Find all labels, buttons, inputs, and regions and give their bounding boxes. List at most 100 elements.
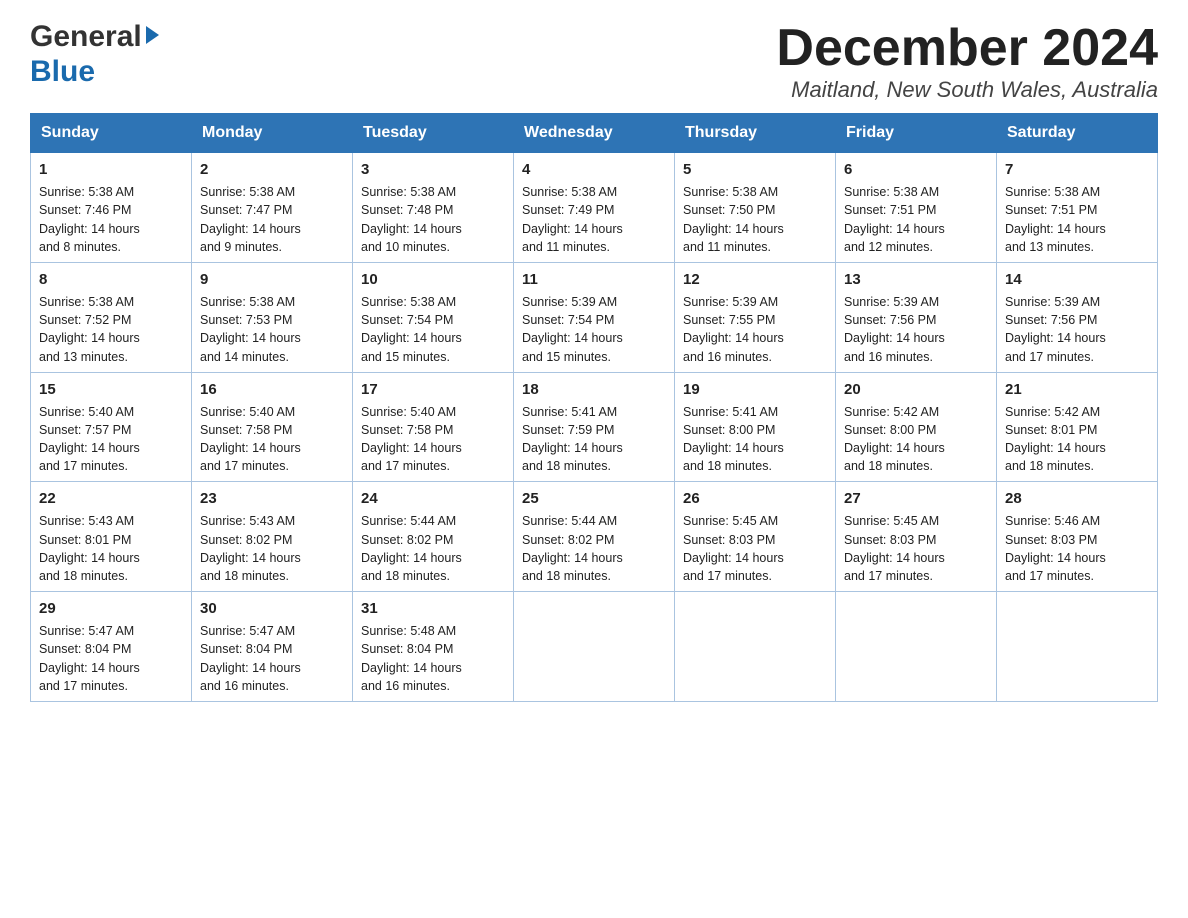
title-block: December 2024 Maitland, New South Wales,… [776, 20, 1158, 103]
calendar-cell: 11 Sunrise: 5:39 AMSunset: 7:54 PMDaylig… [514, 262, 675, 372]
day-number: 2 [200, 159, 344, 180]
day-info: Sunrise: 5:47 AMSunset: 8:04 PMDaylight:… [200, 624, 301, 693]
day-number: 29 [39, 598, 183, 619]
day-number: 7 [1005, 159, 1149, 180]
day-number: 31 [361, 598, 505, 619]
day-number: 5 [683, 159, 827, 180]
day-number: 10 [361, 269, 505, 290]
col-header-wednesday: Wednesday [514, 114, 675, 153]
col-header-monday: Monday [192, 114, 353, 153]
day-info: Sunrise: 5:39 AMSunset: 7:54 PMDaylight:… [522, 295, 623, 364]
day-info: Sunrise: 5:38 AMSunset: 7:47 PMDaylight:… [200, 185, 301, 254]
calendar-cell: 3 Sunrise: 5:38 AMSunset: 7:48 PMDayligh… [353, 153, 514, 263]
day-info: Sunrise: 5:41 AMSunset: 8:00 PMDaylight:… [683, 405, 784, 474]
day-number: 27 [844, 488, 988, 509]
day-info: Sunrise: 5:44 AMSunset: 8:02 PMDaylight:… [361, 514, 462, 583]
day-number: 11 [522, 269, 666, 290]
calendar-cell: 20 Sunrise: 5:42 AMSunset: 8:00 PMDaylig… [836, 372, 997, 482]
day-info: Sunrise: 5:38 AMSunset: 7:48 PMDaylight:… [361, 185, 462, 254]
calendar-cell: 29 Sunrise: 5:47 AMSunset: 8:04 PMDaylig… [31, 592, 192, 702]
calendar-cell [514, 592, 675, 702]
calendar-week-row: 29 Sunrise: 5:47 AMSunset: 8:04 PMDaylig… [31, 592, 1158, 702]
day-number: 28 [1005, 488, 1149, 509]
calendar-cell: 31 Sunrise: 5:48 AMSunset: 8:04 PMDaylig… [353, 592, 514, 702]
day-info: Sunrise: 5:48 AMSunset: 8:04 PMDaylight:… [361, 624, 462, 693]
day-info: Sunrise: 5:40 AMSunset: 7:57 PMDaylight:… [39, 405, 140, 474]
calendar-cell: 2 Sunrise: 5:38 AMSunset: 7:47 PMDayligh… [192, 153, 353, 263]
day-number: 6 [844, 159, 988, 180]
logo-triangle-icon [146, 26, 159, 44]
day-number: 8 [39, 269, 183, 290]
calendar-cell: 16 Sunrise: 5:40 AMSunset: 7:58 PMDaylig… [192, 372, 353, 482]
logo: General Blue [30, 20, 159, 89]
day-number: 21 [1005, 379, 1149, 400]
day-info: Sunrise: 5:42 AMSunset: 8:00 PMDaylight:… [844, 405, 945, 474]
col-header-tuesday: Tuesday [353, 114, 514, 153]
calendar-cell: 7 Sunrise: 5:38 AMSunset: 7:51 PMDayligh… [997, 153, 1158, 263]
day-number: 23 [200, 488, 344, 509]
calendar-week-row: 8 Sunrise: 5:38 AMSunset: 7:52 PMDayligh… [31, 262, 1158, 372]
calendar-cell: 14 Sunrise: 5:39 AMSunset: 7:56 PMDaylig… [997, 262, 1158, 372]
calendar-week-row: 15 Sunrise: 5:40 AMSunset: 7:57 PMDaylig… [31, 372, 1158, 482]
day-number: 14 [1005, 269, 1149, 290]
day-number: 3 [361, 159, 505, 180]
calendar-cell: 27 Sunrise: 5:45 AMSunset: 8:03 PMDaylig… [836, 482, 997, 592]
calendar-cell [836, 592, 997, 702]
day-number: 1 [39, 159, 183, 180]
calendar-cell: 10 Sunrise: 5:38 AMSunset: 7:54 PMDaylig… [353, 262, 514, 372]
day-number: 24 [361, 488, 505, 509]
calendar-header-row: SundayMondayTuesdayWednesdayThursdayFrid… [31, 114, 1158, 153]
day-info: Sunrise: 5:38 AMSunset: 7:51 PMDaylight:… [844, 185, 945, 254]
calendar-cell [997, 592, 1158, 702]
day-info: Sunrise: 5:42 AMSunset: 8:01 PMDaylight:… [1005, 405, 1106, 474]
day-number: 9 [200, 269, 344, 290]
day-number: 22 [39, 488, 183, 509]
day-info: Sunrise: 5:44 AMSunset: 8:02 PMDaylight:… [522, 514, 623, 583]
day-info: Sunrise: 5:38 AMSunset: 7:53 PMDaylight:… [200, 295, 301, 364]
calendar-cell: 25 Sunrise: 5:44 AMSunset: 8:02 PMDaylig… [514, 482, 675, 592]
calendar-cell: 18 Sunrise: 5:41 AMSunset: 7:59 PMDaylig… [514, 372, 675, 482]
calendar-cell: 30 Sunrise: 5:47 AMSunset: 8:04 PMDaylig… [192, 592, 353, 702]
calendar-table: SundayMondayTuesdayWednesdayThursdayFrid… [30, 113, 1158, 702]
col-header-friday: Friday [836, 114, 997, 153]
day-info: Sunrise: 5:46 AMSunset: 8:03 PMDaylight:… [1005, 514, 1106, 583]
day-number: 17 [361, 379, 505, 400]
calendar-cell [675, 592, 836, 702]
col-header-sunday: Sunday [31, 114, 192, 153]
month-title: December 2024 [776, 20, 1158, 77]
day-info: Sunrise: 5:39 AMSunset: 7:56 PMDaylight:… [844, 295, 945, 364]
day-info: Sunrise: 5:39 AMSunset: 7:56 PMDaylight:… [1005, 295, 1106, 364]
day-number: 4 [522, 159, 666, 180]
day-info: Sunrise: 5:43 AMSunset: 8:01 PMDaylight:… [39, 514, 140, 583]
logo-general-text: General [30, 20, 142, 55]
day-info: Sunrise: 5:45 AMSunset: 8:03 PMDaylight:… [844, 514, 945, 583]
day-info: Sunrise: 5:38 AMSunset: 7:49 PMDaylight:… [522, 185, 623, 254]
col-header-thursday: Thursday [675, 114, 836, 153]
day-info: Sunrise: 5:40 AMSunset: 7:58 PMDaylight:… [361, 405, 462, 474]
day-info: Sunrise: 5:47 AMSunset: 8:04 PMDaylight:… [39, 624, 140, 693]
day-number: 15 [39, 379, 183, 400]
calendar-cell: 26 Sunrise: 5:45 AMSunset: 8:03 PMDaylig… [675, 482, 836, 592]
day-info: Sunrise: 5:38 AMSunset: 7:54 PMDaylight:… [361, 295, 462, 364]
day-number: 12 [683, 269, 827, 290]
calendar-cell: 9 Sunrise: 5:38 AMSunset: 7:53 PMDayligh… [192, 262, 353, 372]
calendar-cell: 15 Sunrise: 5:40 AMSunset: 7:57 PMDaylig… [31, 372, 192, 482]
calendar-week-row: 22 Sunrise: 5:43 AMSunset: 8:01 PMDaylig… [31, 482, 1158, 592]
calendar-week-row: 1 Sunrise: 5:38 AMSunset: 7:46 PMDayligh… [31, 153, 1158, 263]
day-number: 19 [683, 379, 827, 400]
calendar-cell: 22 Sunrise: 5:43 AMSunset: 8:01 PMDaylig… [31, 482, 192, 592]
day-number: 16 [200, 379, 344, 400]
day-number: 20 [844, 379, 988, 400]
day-info: Sunrise: 5:38 AMSunset: 7:46 PMDaylight:… [39, 185, 140, 254]
calendar-cell: 23 Sunrise: 5:43 AMSunset: 8:02 PMDaylig… [192, 482, 353, 592]
col-header-saturday: Saturday [997, 114, 1158, 153]
calendar-cell: 12 Sunrise: 5:39 AMSunset: 7:55 PMDaylig… [675, 262, 836, 372]
day-info: Sunrise: 5:45 AMSunset: 8:03 PMDaylight:… [683, 514, 784, 583]
page-header: General Blue December 2024 Maitland, New… [30, 20, 1158, 103]
calendar-cell: 24 Sunrise: 5:44 AMSunset: 8:02 PMDaylig… [353, 482, 514, 592]
calendar-cell: 13 Sunrise: 5:39 AMSunset: 7:56 PMDaylig… [836, 262, 997, 372]
calendar-cell: 21 Sunrise: 5:42 AMSunset: 8:01 PMDaylig… [997, 372, 1158, 482]
calendar-cell: 28 Sunrise: 5:46 AMSunset: 8:03 PMDaylig… [997, 482, 1158, 592]
calendar-cell: 17 Sunrise: 5:40 AMSunset: 7:58 PMDaylig… [353, 372, 514, 482]
calendar-cell: 5 Sunrise: 5:38 AMSunset: 7:50 PMDayligh… [675, 153, 836, 263]
